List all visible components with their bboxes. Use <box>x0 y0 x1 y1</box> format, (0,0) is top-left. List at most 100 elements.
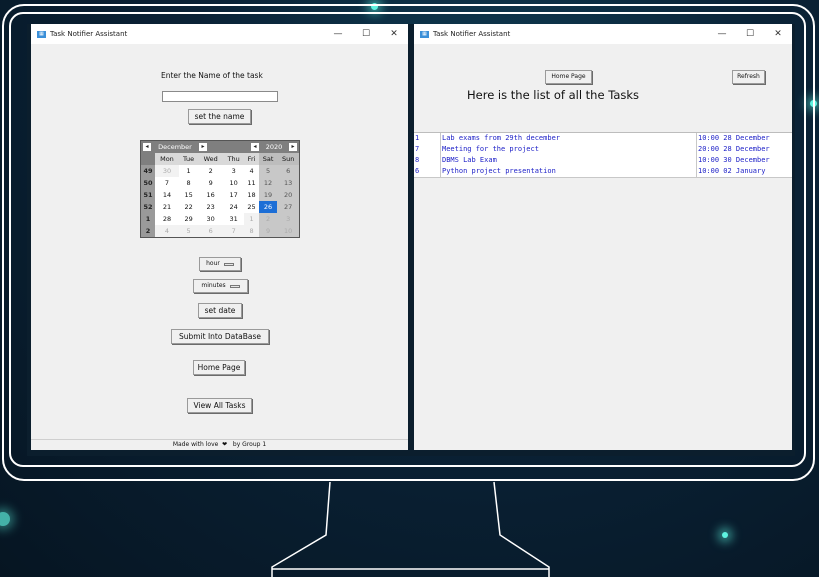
corner-cell <box>141 153 155 165</box>
calendar-day[interactable]: 30 <box>198 213 224 225</box>
calendar-day[interactable]: 1 <box>178 165 199 177</box>
calendar-day[interactable]: 5 <box>258 165 278 177</box>
footer-text: Made with love <box>172 441 219 448</box>
calendar-day[interactable]: 6 <box>198 225 224 237</box>
close-button[interactable]: ✕ <box>764 29 792 39</box>
calendar-day[interactable]: 2 <box>258 213 278 225</box>
prev-month-arrow[interactable]: ◂ <box>143 143 151 151</box>
weekday-header: Wed <box>198 153 224 165</box>
app-icon: ▦ <box>37 30 46 38</box>
column-divider <box>440 133 441 177</box>
title-bar: ▦ Task Notifier Assistant — ☐ ✕ <box>31 24 408 44</box>
calendar-day[interactable]: 5 <box>178 225 199 237</box>
calendar-day[interactable]: 4 <box>244 165 259 177</box>
minutes-dropdown[interactable]: minutes <box>193 279 248 293</box>
calendar-day[interactable]: 19 <box>258 189 278 201</box>
next-month-arrow[interactable]: ▸ <box>199 143 207 151</box>
footer: Made with love ❤ by Group 1 <box>31 439 408 450</box>
calendar-day-selected[interactable]: 26 <box>258 201 278 213</box>
close-button[interactable]: ✕ <box>380 29 408 39</box>
calendar-day[interactable]: 17 <box>223 189 245 201</box>
calendar-day[interactable]: 22 <box>178 201 199 213</box>
task-name-label: Enter the Name of the task <box>161 71 263 80</box>
weekday-header: Tue <box>178 153 199 165</box>
date-picker-calendar[interactable]: ◂ December ▸ ◂ 2020 ▸ Mon Tue Wed Thu Fr… <box>140 140 300 238</box>
calendar-day[interactable]: 8 <box>244 225 259 237</box>
minimize-button[interactable]: — <box>324 29 352 39</box>
task-datetime: 10:00 28 December <box>698 134 770 142</box>
calendar-day[interactable]: 6 <box>277 165 299 177</box>
hour-dropdown-label: hour <box>206 260 220 267</box>
list-item[interactable]: 6 Python project presentation 10:00 02 J… <box>414 166 792 178</box>
calendar-day[interactable]: 28 <box>155 213 179 225</box>
calendar-day[interactable]: 11 <box>244 177 259 189</box>
heart-icon: ❤ <box>222 441 228 448</box>
calendar-day[interactable]: 9 <box>258 225 278 237</box>
calendar-day[interactable]: 29 <box>178 213 199 225</box>
dropdown-indicator-icon <box>223 262 234 266</box>
next-year-arrow[interactable]: ▸ <box>289 143 297 151</box>
calendar-day[interactable]: 3 <box>223 165 245 177</box>
calendar-day[interactable]: 15 <box>178 189 199 201</box>
calendar-day[interactable]: 3 <box>277 213 299 225</box>
page-heading: Here is the list of all the Tasks <box>467 88 640 102</box>
calendar-day[interactable]: 30 <box>155 165 179 177</box>
task-name-input[interactable] <box>162 91 278 102</box>
task-name: Python project presentation <box>442 167 556 175</box>
window-title: Task Notifier Assistant <box>433 30 511 38</box>
hour-dropdown[interactable]: hour <box>199 257 241 271</box>
app-icon: ▦ <box>420 30 429 38</box>
calendar-day[interactable]: 13 <box>277 177 299 189</box>
weekday-header: Thu <box>223 153 245 165</box>
task-datetime: 10:00 02 January <box>698 167 766 175</box>
weekday-header: Sun <box>277 153 299 165</box>
calendar-day[interactable]: 25 <box>244 201 259 213</box>
view-all-tasks-button[interactable]: View All Tasks <box>187 398 252 413</box>
home-page-button[interactable]: Home Page <box>545 70 592 84</box>
column-divider <box>696 133 697 177</box>
weekday-header: Fri <box>244 153 259 165</box>
calendar-day[interactable]: 12 <box>258 177 278 189</box>
calendar-day[interactable]: 31 <box>223 213 245 225</box>
calendar-day[interactable]: 16 <box>198 189 224 201</box>
week-number: 2 <box>141 225 155 237</box>
calendar-day[interactable]: 7 <box>223 225 245 237</box>
calendar-day[interactable]: 10 <box>223 177 245 189</box>
calendar-day[interactable]: 18 <box>244 189 259 201</box>
task-name: DBMS Lab Exam <box>442 156 497 164</box>
maximize-button[interactable]: ☐ <box>736 29 764 39</box>
calendar-day[interactable]: 8 <box>178 177 199 189</box>
submit-database-button[interactable]: Submit Into DataBase <box>171 329 269 344</box>
prev-year-arrow[interactable]: ◂ <box>251 143 259 151</box>
calendar-day[interactable]: 7 <box>155 177 179 189</box>
calendar-day[interactable]: 23 <box>198 201 224 213</box>
calendar-day[interactable]: 20 <box>277 189 299 201</box>
task-list[interactable]: 1 Lab exams from 29th december 10:00 28 … <box>414 132 792 179</box>
calendar-grid: Mon Tue Wed Thu Fri Sat Sun 49 30 1 2 3 … <box>141 153 299 237</box>
calendar-day[interactable]: 2 <box>198 165 224 177</box>
minutes-dropdown-label: minutes <box>201 282 226 289</box>
month-label: December <box>158 143 192 151</box>
weekday-header: Mon <box>155 153 179 165</box>
task-id: 8 <box>415 156 420 164</box>
week-number: 50 <box>141 177 155 189</box>
calendar-day[interactable]: 14 <box>155 189 179 201</box>
year-label: 2020 <box>265 143 283 151</box>
calendar-day[interactable]: 27 <box>277 201 299 213</box>
calendar-day[interactable]: 4 <box>155 225 179 237</box>
maximize-button[interactable]: ☐ <box>352 29 380 39</box>
dropdown-indicator-icon <box>229 284 240 288</box>
footer-credit: by Group 1 <box>232 441 267 448</box>
set-name-button[interactable]: set the name <box>188 109 251 124</box>
calendar-day[interactable]: 9 <box>198 177 224 189</box>
home-page-button[interactable]: Home Page <box>193 360 245 375</box>
calendar-day[interactable]: 21 <box>155 201 179 213</box>
calendar-day[interactable]: 1 <box>244 213 259 225</box>
week-number: 1 <box>141 213 155 225</box>
calendar-day[interactable]: 10 <box>277 225 299 237</box>
calendar-day[interactable]: 24 <box>223 201 245 213</box>
set-date-button[interactable]: set date <box>198 303 242 318</box>
refresh-button[interactable]: Refresh <box>732 70 765 84</box>
minimize-button[interactable]: — <box>708 29 736 39</box>
task-list-window: ▦ Task Notifier Assistant — ☐ ✕ Home Pag… <box>414 24 792 450</box>
